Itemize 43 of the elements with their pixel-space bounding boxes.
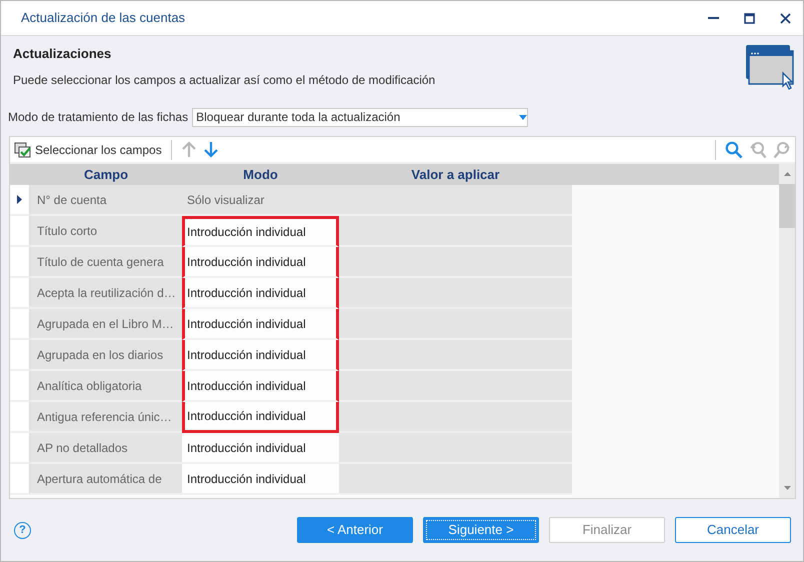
- row-pointer-icon: [17, 195, 22, 204]
- mode-dropdown[interactable]: Bloquear durante toda la actualización: [192, 108, 528, 126]
- search-icon[interactable]: [725, 140, 743, 158]
- scroll-down-icon[interactable]: [784, 486, 790, 490]
- table-cell[interactable]: Introducción individual: [182, 278, 339, 309]
- select-fields-button[interactable]: Seleccionar los campos: [14, 140, 162, 158]
- windows-cursor-icon: [745, 44, 795, 90]
- mode-label: Modo de tratamiento de las fichas: [8, 109, 188, 126]
- column-header: Modo: [242, 166, 279, 184]
- down-arrow-icon[interactable]: [202, 141, 219, 158]
- table-cell[interactable]: Introducción individual: [182, 340, 339, 371]
- dialog-button[interactable]: Cancelar: [675, 517, 791, 543]
- description-text: Puede seleccionar los campos a actualizar así como el método de modificación: [13, 72, 436, 88]
- table-cell[interactable]: Introducción individual: [182, 371, 339, 402]
- table-cell: Acepta la reutilización d…: [30, 278, 182, 309]
- table-cell: AP no detallados: [30, 433, 182, 464]
- table-cell: N° de cuenta: [30, 185, 182, 216]
- dialog-button[interactable]: Siguiente >: [423, 517, 539, 543]
- table-cell: Sólo visualizar: [182, 185, 339, 216]
- table-cell[interactable]: Introducción individual: [182, 309, 339, 340]
- scroll-up-icon[interactable]: [784, 172, 790, 176]
- dialog-button[interactable]: < Anterior: [297, 517, 413, 543]
- scrollbar[interactable]: [779, 164, 795, 498]
- table-cell: Apertura automática de: [30, 464, 182, 495]
- table-cell: Analítica obligatoria: [30, 371, 182, 402]
- table-cell[interactable]: Introducción individual: [182, 402, 339, 433]
- window-title: Actualización de las cuentas: [21, 9, 186, 28]
- scrollbar-thumb[interactable]: [779, 184, 795, 228]
- row-header[interactable]: [10, 185, 30, 216]
- table-cell: Título corto: [30, 216, 182, 247]
- close-icon[interactable]: [780, 12, 790, 24]
- maximize-icon[interactable]: [744, 12, 754, 24]
- section-title: Actualizaciones: [13, 45, 112, 63]
- table-cell: Agrupada en el Libro M…: [30, 309, 182, 340]
- table-cell[interactable]: Introducción individual: [182, 247, 339, 278]
- table-cell: Agrupada en los diarios: [30, 340, 182, 371]
- column-header: Campo: [82, 166, 130, 184]
- table-cell: Título de cuenta genera: [30, 247, 182, 278]
- table-cell: Antigua referencia únic…: [30, 402, 182, 433]
- column-header: Valor a aplicar: [410, 166, 501, 184]
- table-cell[interactable]: Introducción individual: [182, 216, 339, 247]
- checklist-icon: [14, 142, 32, 158]
- caret-icon: [519, 114, 528, 120]
